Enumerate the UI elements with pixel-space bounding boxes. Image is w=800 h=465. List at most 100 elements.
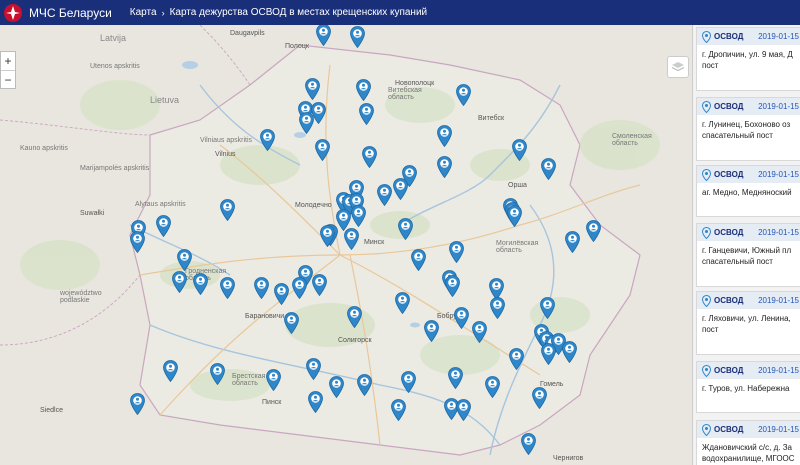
map-marker-icon[interactable] bbox=[564, 231, 580, 253]
label-vitebsk: Витебск bbox=[478, 115, 505, 122]
map-marker-icon[interactable] bbox=[162, 360, 178, 382]
map-marker-icon[interactable] bbox=[506, 205, 522, 227]
event-card-header: ОСВОД 2019-01-15 bbox=[697, 224, 800, 241]
event-card[interactable]: ОСВОД 2019-01-15 г. Туров, ул. Набережна bbox=[696, 361, 800, 413]
map-marker-icon[interactable] bbox=[265, 369, 281, 391]
map-marker-icon[interactable] bbox=[390, 399, 406, 421]
map-marker-icon[interactable] bbox=[171, 271, 187, 293]
map-marker-icon[interactable] bbox=[531, 387, 547, 409]
map-marker-icon[interactable] bbox=[304, 78, 320, 100]
map-marker-icon[interactable] bbox=[356, 374, 372, 396]
event-type: ОСВОД bbox=[714, 102, 744, 111]
zoom-in-button[interactable]: + bbox=[1, 52, 15, 70]
map-marker-icon[interactable] bbox=[253, 277, 269, 299]
map-marker-icon[interactable] bbox=[350, 205, 366, 227]
event-address-line-2: пост bbox=[702, 61, 719, 70]
map-marker-icon[interactable] bbox=[343, 228, 359, 250]
event-card[interactable]: ОСВОД 2019-01-15 г. Ганцевичи, Южный пл спа… bbox=[696, 223, 800, 287]
map-marker-icon[interactable] bbox=[397, 218, 413, 240]
map-marker-icon[interactable] bbox=[328, 376, 344, 398]
map-marker-icon[interactable] bbox=[355, 79, 371, 101]
map-marker-icon[interactable] bbox=[423, 320, 439, 342]
map-marker-icon[interactable] bbox=[448, 241, 464, 263]
label-vilnius: Vilnius bbox=[215, 151, 236, 158]
map-marker-icon[interactable] bbox=[283, 312, 299, 334]
breadcrumb-map[interactable]: Карта bbox=[130, 7, 157, 18]
map-marker-icon[interactable] bbox=[349, 26, 365, 48]
label-marijampoles: Marijampolės apskritis bbox=[80, 165, 150, 172]
map-marker-icon[interactable] bbox=[455, 84, 471, 106]
map-marker-icon[interactable] bbox=[358, 103, 374, 125]
event-type: ОСВОД bbox=[714, 425, 744, 434]
map-marker-icon[interactable] bbox=[392, 178, 408, 200]
events-panel[interactable]: ОСВОД 2019-01-15 г. Дропичин, ул. 9 мая, Д… bbox=[692, 25, 800, 465]
label-siedlce: Siedlce bbox=[40, 407, 63, 414]
map-marker-icon[interactable] bbox=[315, 25, 331, 46]
map-marker-icon[interactable] bbox=[259, 129, 275, 151]
map-marker-icon[interactable] bbox=[455, 399, 471, 421]
event-card-header: ОСВОД 2019-01-15 bbox=[697, 166, 800, 183]
map-marker-icon[interactable] bbox=[192, 273, 208, 295]
map-marker-icon[interactable] bbox=[155, 215, 171, 237]
mchs-logo[interactable] bbox=[3, 3, 23, 23]
map-marker-icon[interactable] bbox=[436, 125, 452, 147]
map-marker-icon[interactable] bbox=[305, 358, 321, 380]
marker-icon bbox=[702, 294, 711, 307]
layers-button[interactable] bbox=[667, 56, 689, 78]
label-molodechno: Молодечно bbox=[295, 202, 332, 209]
label-smolensk-oblast: Смоленская область bbox=[612, 133, 652, 147]
map-marker-icon[interactable] bbox=[314, 139, 330, 161]
map-marker-icon[interactable] bbox=[561, 341, 577, 363]
label-pinsk: Пинск bbox=[262, 399, 282, 406]
map-marker-icon[interactable] bbox=[319, 225, 335, 247]
map-marker-icon[interactable] bbox=[219, 277, 235, 299]
map-marker-icon[interactable] bbox=[585, 220, 601, 242]
map-marker-icon[interactable] bbox=[219, 199, 235, 221]
map-marker-icon[interactable] bbox=[273, 283, 289, 305]
event-card[interactable]: ОСВОД 2019-01-15 аг. Медно, Медняноский bbox=[696, 165, 800, 217]
marker-icon bbox=[702, 30, 711, 43]
map-marker-icon[interactable] bbox=[311, 274, 327, 296]
event-card[interactable]: ОСВОД 2019-01-15 г. Ляховичи, ул. Ленина, п… bbox=[696, 291, 800, 355]
map-marker-icon[interactable] bbox=[444, 275, 460, 297]
event-card[interactable]: ОСВОД 2019-01-15 г. Дропичин, ул. 9 мая, Д… bbox=[696, 27, 800, 91]
map-marker-icon[interactable] bbox=[540, 343, 556, 365]
map-marker-icon[interactable] bbox=[540, 158, 556, 180]
map-marker-icon[interactable] bbox=[508, 348, 524, 370]
map-marker-icon[interactable] bbox=[129, 231, 145, 253]
label-suwalki: Suwałki bbox=[80, 210, 105, 217]
event-address-line-2: водохранилище, МГООС bbox=[702, 454, 795, 463]
event-card-header: ОСВОД 2019-01-15 bbox=[697, 362, 800, 379]
map-marker-icon[interactable] bbox=[176, 249, 192, 271]
map-marker-icon[interactable] bbox=[129, 393, 145, 415]
map-marker-icon[interactable] bbox=[471, 321, 487, 343]
map-marker-icon[interactable] bbox=[410, 249, 426, 271]
map-marker-icon[interactable] bbox=[447, 367, 463, 389]
label-podlaskie: województwo podlaskie bbox=[60, 290, 102, 304]
map-view[interactable]: Latvija Lietuva Vilnius Витебск Витебска… bbox=[0, 25, 692, 465]
zoom-out-button[interactable]: − bbox=[1, 70, 15, 88]
map-marker-icon[interactable] bbox=[400, 371, 416, 393]
map-marker-icon[interactable] bbox=[453, 307, 469, 329]
event-address: г. Ганцевичи, Южный пл спасательный пост bbox=[697, 241, 800, 271]
map-marker-icon[interactable] bbox=[394, 292, 410, 314]
map-marker-icon[interactable] bbox=[209, 363, 225, 385]
event-card[interactable]: ОСВОД 2019-01-15 г. Лунинец, Бохоново оз сп… bbox=[696, 97, 800, 161]
brand-link[interactable]: МЧС Беларуси bbox=[29, 6, 112, 20]
map-marker-icon[interactable] bbox=[346, 306, 362, 328]
label-vilniaus: Vilniaus apskritis bbox=[200, 137, 253, 144]
event-address: аг. Медно, Медняноский bbox=[697, 183, 800, 202]
map-marker-icon[interactable] bbox=[484, 376, 500, 398]
map-marker-icon[interactable] bbox=[298, 112, 314, 134]
map-marker-icon[interactable] bbox=[291, 277, 307, 299]
map-marker-icon[interactable] bbox=[539, 297, 555, 319]
event-card[interactable]: ОСВОД 2019-01-15 Ждановичский с/с, д. За во… bbox=[696, 420, 800, 465]
map-marker-icon[interactable] bbox=[511, 139, 527, 161]
map-marker-icon[interactable] bbox=[307, 391, 323, 413]
map-marker-icon[interactable] bbox=[436, 156, 452, 178]
map-marker-icon[interactable] bbox=[361, 146, 377, 168]
layers-icon bbox=[671, 62, 685, 72]
map-marker-icon[interactable] bbox=[489, 297, 505, 319]
map-marker-icon[interactable] bbox=[520, 433, 536, 455]
map-marker-icon[interactable] bbox=[376, 184, 392, 206]
